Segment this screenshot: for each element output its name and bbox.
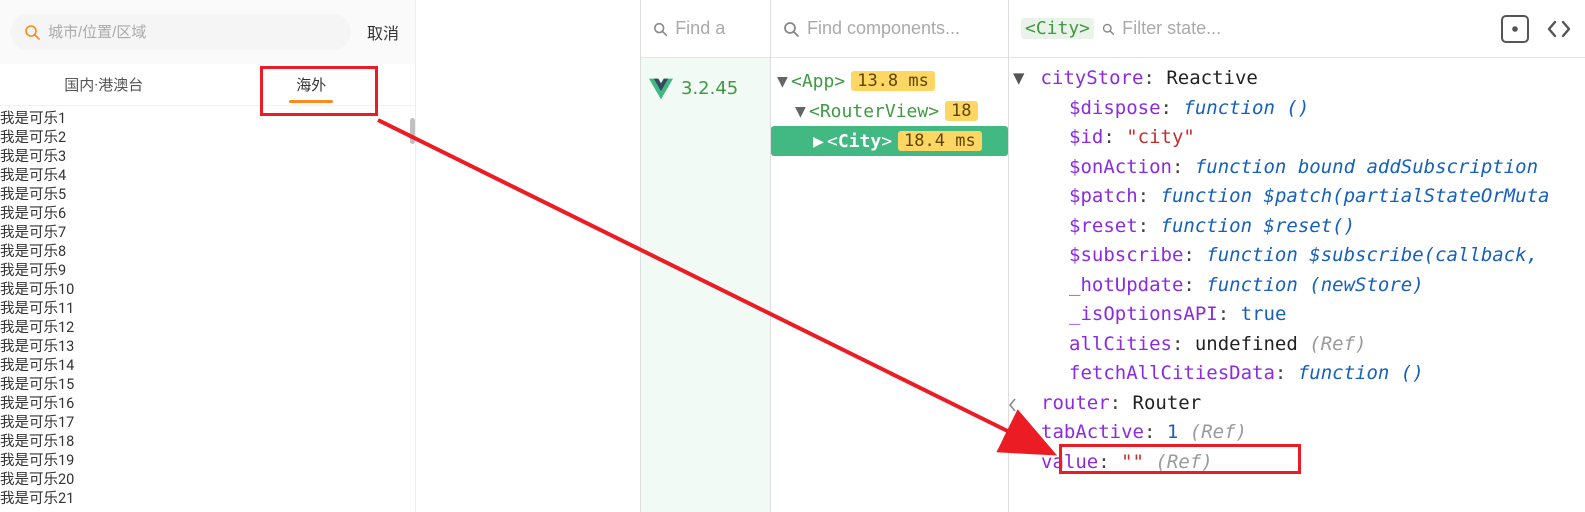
list-item[interactable]: 我是可乐1 — [0, 110, 415, 129]
chevron-down-icon[interactable]: ▼ — [795, 101, 809, 122]
list-item[interactable]: 我是可乐3 — [0, 148, 415, 167]
list-item[interactable]: 我是可乐10 — [0, 281, 415, 300]
state-row[interactable]: _isOptionsAPI: true — [1013, 300, 1585, 330]
cancel-button[interactable]: 取消 — [361, 20, 405, 44]
tab-domestic[interactable]: 国内·港澳台 — [0, 64, 208, 105]
list-item[interactable]: 我是可乐16 — [0, 395, 415, 414]
apps-body: 3.2.45 — [641, 58, 770, 512]
tree-node-city[interactable]: ▶ <City> 18.4 ms — [771, 126, 1008, 156]
search-icon — [24, 24, 40, 40]
scrollbar[interactable] — [410, 118, 415, 144]
list-item[interactable]: 我是可乐7 — [0, 224, 415, 243]
state-header: <City> — [1009, 0, 1585, 58]
search-icon — [653, 20, 667, 38]
list-item[interactable]: 我是可乐11 — [0, 300, 415, 319]
search-input[interactable] — [48, 24, 337, 41]
devtools-panel: 3.2.45 ▼ <App> 13.8 ms ▼ <RouterView> 18 — [640, 0, 1585, 512]
state-row[interactable]: fetchAllCitiesData: function () — [1013, 359, 1585, 389]
list-item[interactable]: 我是可乐2 — [0, 129, 415, 148]
tab-overseas[interactable]: 海外 — [208, 64, 416, 105]
state-row[interactable]: _hotUpdate: function (newStore) — [1013, 271, 1585, 301]
find-apps-header — [641, 0, 770, 58]
list-item[interactable]: 我是可乐4 — [0, 167, 415, 186]
vue-version: 3.2.45 — [681, 78, 738, 99]
list-item[interactable]: 我是可乐12 — [0, 319, 415, 338]
tabs: 国内·港澳台 海外 — [0, 64, 415, 106]
state-row[interactable]: $reset: function $reset() — [1013, 212, 1585, 242]
city-list: 我是可乐1 我是可乐2 我是可乐3 我是可乐4 我是可乐5 我是可乐6 我是可乐… — [0, 106, 415, 509]
selected-component-chip: <City> — [1021, 18, 1094, 39]
state-row[interactable]: $id: "city" — [1013, 123, 1585, 153]
state-column: <City> ▼ cityStore — [1008, 0, 1585, 512]
state-row-router[interactable]: router: Router — [1013, 389, 1585, 419]
state-row[interactable]: $patch: function $patch(partialStateOrMu… — [1013, 182, 1585, 212]
state-row-tabactive[interactable]: tabActive: 1 (Ref) — [1013, 418, 1585, 448]
state-tree: ▼ cityStore: Reactive $dispose: function… — [1009, 58, 1585, 512]
search-box[interactable] — [10, 14, 351, 50]
chevron-down-icon[interactable]: ▼ — [1013, 64, 1029, 94]
component-tree: ▼ <App> 13.8 ms ▼ <RouterView> 18 ▶ <Cit… — [771, 58, 1008, 512]
list-item[interactable]: 我是可乐6 — [0, 205, 415, 224]
list-item[interactable]: 我是可乐14 — [0, 357, 415, 376]
list-item[interactable]: 我是可乐9 — [0, 262, 415, 281]
list-item[interactable]: 我是可乐20 — [0, 471, 415, 490]
state-row-root[interactable]: ▼ cityStore: Reactive — [1013, 64, 1585, 94]
list-item[interactable]: 我是可乐19 — [0, 452, 415, 471]
tree-node-app[interactable]: ▼ <App> 13.8 ms — [771, 66, 1008, 96]
state-row[interactable]: $subscribe: function $subscribe(callback… — [1013, 241, 1585, 271]
list-item[interactable]: 我是可乐18 — [0, 433, 415, 452]
header-actions — [1501, 15, 1573, 43]
find-apps-input[interactable] — [675, 18, 758, 39]
components-column: ▼ <App> 13.8 ms ▼ <RouterView> 18 ▶ <Cit… — [770, 0, 1008, 512]
mobile-app-panel: 取消 国内·港澳台 海外 我是可乐1 我是可乐2 我是可乐3 我是可乐4 我是可… — [0, 0, 416, 512]
state-row[interactable]: $dispose: function () — [1013, 94, 1585, 124]
filter-state-input[interactable] — [1122, 18, 1493, 39]
list-item[interactable]: 我是可乐13 — [0, 338, 415, 357]
chevron-down-icon[interactable]: ▼ — [777, 71, 791, 92]
list-item[interactable]: 我是可乐8 — [0, 243, 415, 262]
vue-logo-icon — [649, 78, 673, 100]
list-item[interactable]: 我是可乐17 — [0, 414, 415, 433]
perf-badge: 13.8 ms — [851, 71, 935, 91]
state-row[interactable]: allCities: undefined (Ref) — [1013, 330, 1585, 360]
tree-node-routerview[interactable]: ▼ <RouterView> 18 — [771, 96, 1008, 126]
search-icon — [783, 20, 799, 38]
apps-column: 3.2.45 — [640, 0, 770, 512]
state-row[interactable]: $onAction: function bound addSubscriptio… — [1013, 153, 1585, 183]
perf-badge: 18 — [945, 101, 977, 121]
list-item[interactable]: 我是可乐15 — [0, 376, 415, 395]
list-item[interactable]: 我是可乐5 — [0, 186, 415, 205]
perf-badge: 18.4 ms — [898, 131, 982, 151]
find-components-header — [771, 0, 1008, 58]
inspect-dom-icon[interactable] — [1501, 15, 1529, 43]
app-header: 取消 — [0, 0, 415, 64]
splitter-handle[interactable] — [1008, 390, 1018, 420]
list-item[interactable]: 我是可乐21 — [0, 490, 415, 509]
find-components-input[interactable] — [807, 18, 996, 39]
state-row-value[interactable]: value: "" (Ref) — [1013, 448, 1585, 478]
chevron-right-icon[interactable]: ▶ — [813, 131, 827, 152]
code-icon[interactable] — [1545, 15, 1573, 43]
search-icon — [1102, 20, 1114, 38]
